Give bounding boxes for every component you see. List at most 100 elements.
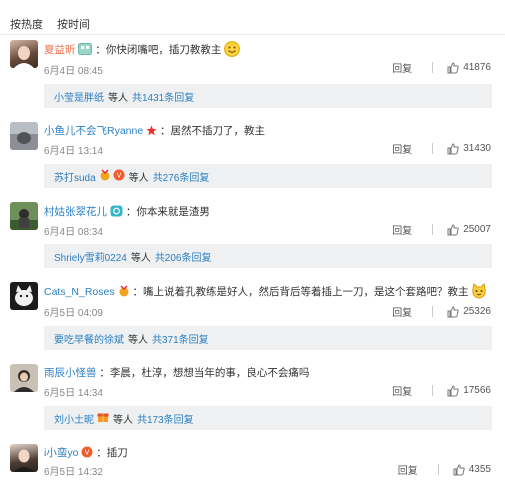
smile-emoji-icon: [224, 41, 241, 57]
comment-time: 6月5日 14:34: [44, 388, 103, 399]
reply-summary[interactable]: Shriely雪莉0224 等人 共206条回复: [44, 244, 492, 268]
member-badge-icon: [78, 43, 93, 58]
total-replies-link[interactable]: 共371条回复: [152, 331, 209, 346]
cat-face-emoji-icon: [471, 282, 487, 299]
reply-button[interactable]: 回复: [392, 141, 412, 156]
comment-text: ：居然不插刀了，教主: [160, 125, 266, 137]
comment-actions: 回复 17566: [392, 383, 491, 398]
reply-button[interactable]: 回复: [398, 462, 418, 477]
comment-line: Cats_N_Roses ：嘴上说着孔教练是好人，然后背后等着插上一刀，是这个套…: [44, 282, 487, 300]
comment-time: 6月5日 04:09: [44, 308, 103, 319]
avatar[interactable]: [10, 444, 38, 472]
reply-connector: 等人: [130, 252, 151, 264]
avatar[interactable]: [10, 122, 38, 150]
sort-tabs: 按热度 按时间: [10, 16, 90, 32]
star-badge-icon: [146, 125, 157, 139]
comment-text: ：你快闭嘴吧，插刀教教主: [95, 44, 222, 56]
avatar[interactable]: [10, 40, 38, 68]
reply-summary[interactable]: 苏打suda V 等人 共276条回复: [44, 164, 492, 188]
comment-time: 6月4日 08:34: [44, 227, 103, 238]
reply-summary[interactable]: 刘小土昵 等人 共173条回复: [44, 406, 492, 430]
username-link[interactable]: i小蛮yo: [44, 447, 78, 459]
thumbs-up-icon: [447, 305, 459, 317]
like-count: 4355: [468, 464, 491, 475]
reply-user-link[interactable]: 刘小土昵: [54, 411, 94, 426]
reply-button[interactable]: 回复: [392, 222, 412, 237]
reply-summary[interactable]: 小莹是胖纸 等人 共1431条回复: [44, 84, 492, 108]
username-link[interactable]: 夏益昕: [44, 44, 76, 56]
like-count: 17566: [463, 385, 491, 396]
reply-summary[interactable]: 要吃早餐的徐斌 等人 共371条回复: [44, 326, 492, 350]
comment-actions: 回复 41876: [392, 60, 491, 75]
like-button[interactable]: 4355: [453, 463, 491, 476]
comment-time: 6月5日 14:32: [44, 467, 103, 478]
svg-text:V: V: [85, 449, 90, 457]
tab-sort-by-hot[interactable]: 按热度: [10, 16, 43, 32]
comment-text: ：李晨，杜淳，想想当年的事，良心不会痛吗: [99, 367, 310, 379]
medal-badge-icon: [118, 285, 130, 300]
thumbs-up-icon: [447, 223, 459, 235]
reply-button[interactable]: 回复: [392, 383, 412, 398]
divider: [0, 34, 505, 35]
username-link[interactable]: Cats_N_Roses: [44, 286, 115, 298]
comment-time: 6月4日 13:14: [44, 146, 103, 157]
like-button[interactable]: 25007: [447, 223, 491, 236]
comment-line: 小鱼儿不会飞Ryanne ：居然不插刀了，教主: [44, 123, 265, 139]
total-replies-link[interactable]: 共1431条回复: [132, 89, 194, 104]
username-link[interactable]: 小鱼儿不会飞Ryanne: [44, 125, 143, 137]
comment-actions: 回复 25007: [392, 222, 491, 237]
comment-actions: 回复 31430: [392, 141, 491, 156]
like-button[interactable]: 41876: [447, 61, 491, 74]
reply-connector: 等人: [128, 334, 148, 346]
gift-badge-icon: [97, 411, 109, 426]
comment-text: ：插刀: [96, 447, 128, 459]
reply-button[interactable]: 回复: [392, 304, 412, 319]
total-replies-link[interactable]: 共206条回复: [155, 249, 212, 264]
avatar[interactable]: [10, 202, 38, 230]
divider: [432, 143, 434, 154]
like-count: 31430: [463, 143, 491, 154]
thumbs-up-icon: [453, 463, 465, 475]
username-link[interactable]: 雨辰小怪兽: [44, 367, 97, 379]
divider: [432, 385, 434, 396]
comment-line: i小蛮yo V ：插刀: [44, 445, 128, 461]
reply-connector: 等人: [128, 172, 149, 184]
divider: [432, 62, 434, 73]
comment-actions: 回复 4355: [398, 462, 491, 477]
camera-badge-icon: [110, 205, 123, 220]
reply-user-link[interactable]: Shriely雪莉0224: [54, 249, 127, 264]
avatar[interactable]: [10, 364, 38, 392]
thumbs-up-icon: [447, 61, 459, 73]
total-replies-link[interactable]: 共276条回复: [153, 169, 210, 184]
like-button[interactable]: 31430: [447, 142, 491, 155]
divider: [432, 306, 434, 317]
divider: [437, 464, 439, 475]
reply-user-link[interactable]: 苏打suda: [54, 169, 96, 184]
medal-badge-icon: [99, 169, 111, 184]
like-button[interactable]: 17566: [447, 384, 491, 397]
svg-text:V: V: [116, 171, 121, 179]
reply-user-link[interactable]: 小莹是胖纸: [54, 89, 104, 104]
total-replies-link[interactable]: 共173条回复: [137, 411, 194, 426]
like-button[interactable]: 25326: [447, 305, 491, 318]
thumbs-up-icon: [447, 142, 459, 154]
comment-line: 夏益昕 ：你快闭嘴吧，插刀教教主: [44, 41, 241, 58]
comment-line: 村姑张翠花儿 ：你本来就是渣男: [44, 204, 210, 220]
reply-user-link[interactable]: 要吃早餐的徐斌: [54, 331, 124, 346]
like-count: 25326: [463, 306, 491, 317]
tab-sort-by-time[interactable]: 按时间: [57, 16, 90, 32]
reply-connector: 等人: [113, 414, 133, 426]
thumbs-up-icon: [447, 384, 459, 396]
comment-text: ：你本来就是渣男: [125, 206, 210, 218]
divider: [432, 224, 434, 235]
comment-actions: 回复 25326: [392, 304, 491, 319]
avatar[interactable]: [10, 282, 38, 310]
like-count: 41876: [463, 62, 491, 73]
fan-badge-icon: V: [113, 169, 125, 184]
comment-time: 6月4日 08:45: [44, 66, 103, 77]
comment-text: ：嘴上说着孔教练是好人，然后背后等着插上一刀，是这个套路吧？教主: [132, 286, 469, 298]
reply-connector: 等人: [108, 92, 128, 104]
username-link[interactable]: 村姑张翠花儿: [44, 206, 107, 218]
like-count: 25007: [463, 224, 491, 235]
reply-button[interactable]: 回复: [392, 60, 412, 75]
